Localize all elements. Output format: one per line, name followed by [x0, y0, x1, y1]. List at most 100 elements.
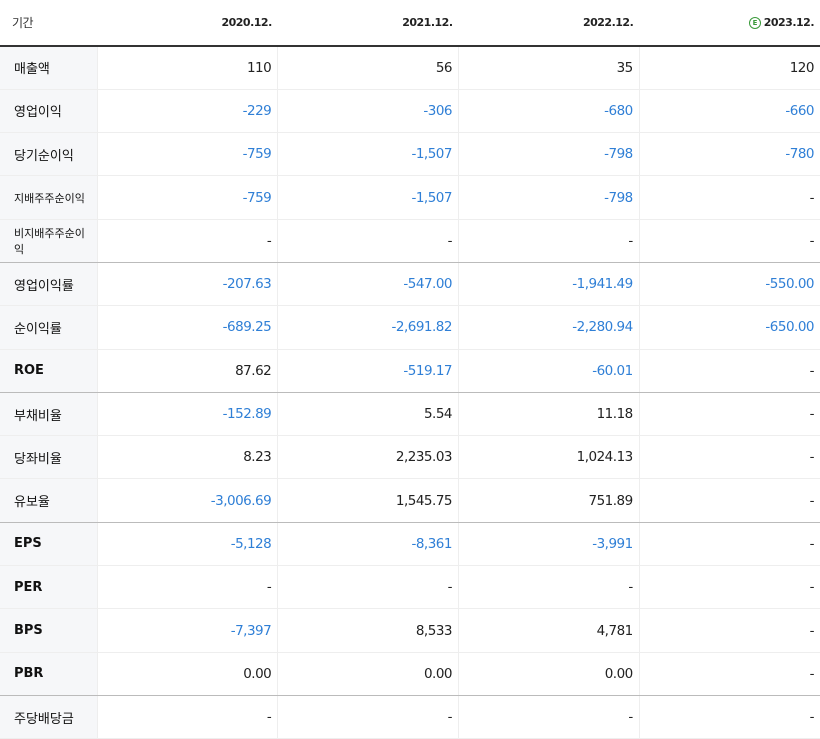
cell-value: -306: [277, 89, 459, 134]
cell-value: -798: [458, 132, 640, 177]
table-row: 당기순이익 -759 -1,507 -798 -780: [0, 132, 820, 177]
column-header: 2020.12.: [97, 0, 278, 47]
cell-value: -: [638, 349, 820, 393]
row-label: 지배주주순이익: [0, 175, 97, 220]
row-label: ROE: [0, 349, 97, 393]
cell-value: -152.89: [96, 392, 278, 437]
cell-value: 8,533: [277, 608, 459, 653]
row-label: 부채비율: [0, 392, 97, 437]
cell-value: -: [96, 219, 278, 263]
table-row: PER - - - -: [0, 565, 820, 610]
row-label: PER: [0, 565, 97, 610]
column-header-estimate: E 2023.12.: [639, 0, 820, 47]
cell-value: 1,024.13: [458, 435, 640, 480]
column-header: 2021.12.: [277, 0, 459, 47]
cell-value: -: [638, 175, 820, 220]
cell-value: -: [638, 219, 820, 263]
cell-value: -: [638, 565, 820, 610]
cell-value: 0.00: [96, 652, 278, 696]
cell-value: -: [277, 565, 459, 610]
table-row: 영업이익 -229 -306 -680 -660: [0, 89, 820, 134]
row-label: 영업이익률: [0, 262, 97, 307]
cell-value: -1,507: [277, 175, 459, 220]
cell-value: -650.00: [638, 305, 820, 350]
table-row: 부채비율 -152.89 5.54 11.18-: [0, 392, 820, 437]
table-row: PBR 0.00 0.00 0.00-: [0, 652, 820, 696]
row-label: 유보율: [0, 478, 97, 523]
row-label: 주당배당금: [0, 695, 97, 739]
row-label: EPS: [0, 522, 97, 567]
cell-value: -689.25: [96, 305, 278, 350]
cell-value: -: [458, 565, 640, 610]
row-label: 순이익률: [0, 305, 97, 350]
cell-value: -2,691.82: [277, 305, 459, 350]
row-label: 당좌비율: [0, 435, 97, 480]
column-header-label: 2023.12.: [763, 16, 815, 29]
row-label: BPS: [0, 608, 97, 653]
cell-value: -: [458, 695, 640, 739]
cell-value: 11.18: [458, 392, 640, 437]
row-label: 비지배주주순이익: [0, 219, 97, 263]
cell-value: -: [638, 435, 820, 480]
cell-value: -207.63: [96, 262, 278, 307]
cell-value: 0.00: [277, 652, 459, 696]
cell-value: -2,280.94: [458, 305, 640, 350]
cell-value: -680: [458, 89, 640, 134]
column-header: 2022.12.: [458, 0, 640, 47]
financial-summary-table: 기간 2020.12. 2021.12. 2022.12. E 2023.12. …: [0, 0, 820, 739]
table-row: ROE 87.62 -519.17 -60.01-: [0, 349, 820, 393]
cell-value: -229: [96, 89, 278, 134]
table-row: 영업이익률 -207.63 -547.00 -1,941.49 -550.00: [0, 262, 820, 307]
cell-value: 35: [458, 46, 640, 90]
estimate-badge-icon: E: [748, 17, 761, 29]
cell-value: 2,235.03: [277, 435, 459, 480]
row-label: 당기순이익: [0, 132, 97, 177]
row-label: PBR: [0, 652, 97, 696]
cell-value: 8.23: [96, 435, 278, 480]
cell-value: 56: [277, 46, 459, 90]
cell-value: -: [638, 652, 820, 696]
cell-value: -8,361: [277, 522, 459, 567]
cell-value: 87.62: [96, 349, 278, 393]
cell-value: -: [638, 695, 820, 739]
cell-value: -1,507: [277, 132, 459, 177]
table-row: 순이익률 -689.25 -2,691.82 -2,280.94 -650.00: [0, 305, 820, 350]
cell-value: 751.89: [458, 478, 640, 523]
cell-value: -: [96, 565, 278, 610]
cell-value: -3,006.69: [96, 478, 278, 523]
table-row: EPS -5,128 -8,361 -3,991-: [0, 522, 820, 567]
cell-value: -798: [458, 175, 640, 220]
header-row: 기간 2020.12. 2021.12. 2022.12. E 2023.12.: [0, 0, 820, 47]
cell-value: -7,397: [96, 608, 278, 653]
cell-value: -: [458, 219, 640, 263]
cell-value: -550.00: [638, 262, 820, 307]
cell-value: -519.17: [277, 349, 459, 393]
period-label: 기간: [0, 0, 97, 47]
cell-value: 4,781: [458, 608, 640, 653]
cell-value: -: [638, 478, 820, 523]
cell-value: 5.54: [277, 392, 459, 437]
cell-value: -5,128: [96, 522, 278, 567]
cell-value: -: [277, 219, 459, 263]
table-row: BPS -7,397 8,533 4,781-: [0, 608, 820, 653]
table-row: 유보율 -3,006.69 1,545.75 751.89-: [0, 478, 820, 523]
table-row: 당좌비율 8.23 2,235.03 1,024.13-: [0, 435, 820, 480]
row-label: 매출액: [0, 46, 97, 90]
cell-value: -: [96, 695, 278, 739]
cell-value: 110: [96, 46, 278, 90]
cell-value: -759: [96, 175, 278, 220]
row-label: 영업이익: [0, 89, 97, 134]
table-row: 매출액 110 56 35 120: [0, 46, 820, 90]
cell-value: -: [638, 522, 820, 567]
cell-value: 0.00: [458, 652, 640, 696]
table-row: 비지배주주순이익 - - - -: [0, 219, 820, 263]
cell-value: -547.00: [277, 262, 459, 307]
cell-value: -: [638, 392, 820, 437]
cell-value: -780: [638, 132, 820, 177]
cell-value: -1,941.49: [458, 262, 640, 307]
cell-value: -759: [96, 132, 278, 177]
cell-value: -3,991: [458, 522, 640, 567]
table-row: 주당배당금 - - - -: [0, 695, 820, 739]
cell-value: -: [638, 608, 820, 653]
table-row: 지배주주순이익 -759 -1,507 -798-: [0, 175, 820, 220]
